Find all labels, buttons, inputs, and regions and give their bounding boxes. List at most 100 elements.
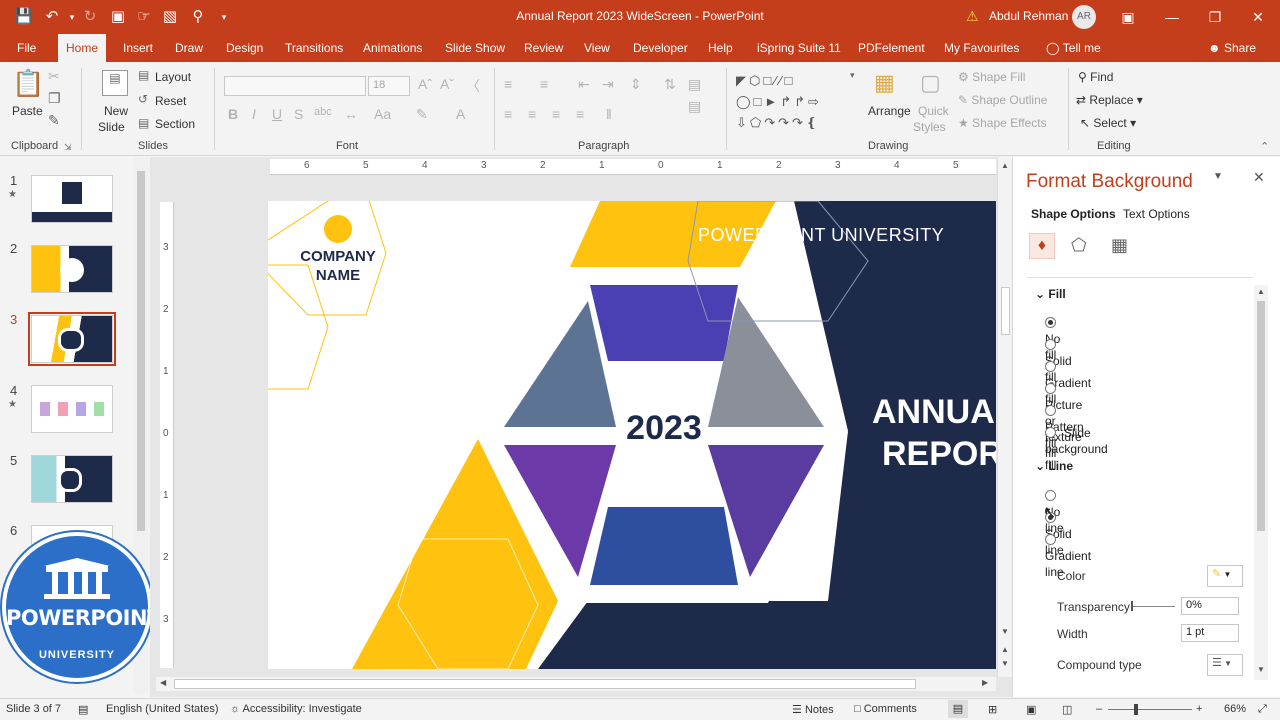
undo-dropdown-icon[interactable]: ▾ <box>62 7 82 27</box>
radio-button[interactable] <box>1045 361 1056 372</box>
italic-icon[interactable]: I <box>252 106 256 122</box>
line-spacing-icon[interactable]: ⇕ <box>630 76 642 93</box>
company-name-1[interactable]: COMPANY <box>288 248 388 265</box>
shape-fill-button[interactable]: ⚙ Shape Fill <box>958 70 1025 84</box>
pane-close-icon[interactable]: ✕ <box>1253 169 1265 186</box>
quick-styles-label-2[interactable]: Styles <box>913 120 946 134</box>
save-icon[interactable]: 💾 <box>14 7 34 27</box>
arrange-button[interactable]: Arrange <box>868 104 911 118</box>
compound-type-dropdown[interactable]: ☰ ▼ <box>1207 654 1243 676</box>
scroll-left-icon[interactable]: ◀ <box>160 678 166 687</box>
fill-section-toggle[interactable]: ⌄ Fill <box>1035 287 1066 301</box>
scroll-thumb[interactable] <box>137 171 145 531</box>
tab-view[interactable]: View <box>576 34 618 62</box>
increase-font-icon[interactable]: Aˆ <box>418 76 432 92</box>
bullets-icon[interactable]: ≡ <box>504 76 512 92</box>
select-button[interactable]: ↖ Select ▾ <box>1080 116 1136 130</box>
effects-icon[interactable]: ⬠ <box>1071 235 1087 256</box>
zoom-slider[interactable] <box>1108 709 1192 710</box>
slide-show-icon[interactable]: ◫ <box>1062 703 1072 716</box>
fill-option-pattern-fill[interactable]: Pattern fill <box>1045 403 1084 450</box>
tab-file[interactable]: File <box>9 34 44 62</box>
warning-icon[interactable]: ⚠ <box>966 8 979 25</box>
title-line-1[interactable]: ANNUAL <box>872 393 996 432</box>
zoom-out-icon[interactable]: – <box>1096 703 1102 715</box>
scroll-down-icon[interactable]: ▼ <box>1001 627 1009 636</box>
section-button[interactable]: Section <box>155 117 195 131</box>
copy-icon[interactable]: ❐ <box>48 90 61 107</box>
radio-button[interactable] <box>1045 383 1056 394</box>
tell-me-search[interactable]: ◯ Tell me <box>1038 34 1109 62</box>
new-slide-label-2[interactable]: Slide <box>98 120 125 134</box>
transparency-input[interactable]: 0% <box>1181 597 1239 615</box>
horizontal-ruler[interactable]: 6543210123456 <box>270 159 1018 175</box>
user-name[interactable]: Abdul Rehman <box>989 9 1068 23</box>
slide-sorter-icon[interactable]: ⊞ <box>988 703 997 716</box>
scroll-down-icon[interactable]: ▼ <box>1257 665 1265 674</box>
shapes-gallery[interactable]: ◤⬡□∕∕□ ◯□►↱↱⇨ ⇩⬠↷↷↷❴ <box>736 70 854 132</box>
tab-text-options[interactable]: Text Options <box>1123 207 1190 221</box>
tab-help[interactable]: Help <box>700 34 741 62</box>
tab-shape-options[interactable]: Shape Options <box>1031 207 1116 221</box>
scroll-thumb[interactable] <box>1001 287 1010 335</box>
new-slide-icon[interactable]: ▤ <box>102 70 128 96</box>
scroll-thumb[interactable] <box>1257 301 1265 531</box>
tab-review[interactable]: Review <box>516 34 571 62</box>
tab-insert[interactable]: Insert <box>115 34 161 62</box>
change-case-icon[interactable]: Aa <box>374 106 391 122</box>
align-center-icon[interactable]: ≡ <box>528 106 536 122</box>
tab-design[interactable]: Design <box>218 34 271 62</box>
shape-effects-button[interactable]: ★ Shape Effects <box>958 116 1047 130</box>
font-color-icon[interactable]: A <box>456 106 465 122</box>
format-painter-icon[interactable]: ✎ <box>48 112 60 129</box>
radio-button[interactable] <box>1045 427 1056 438</box>
print-preview-icon[interactable]: ⚲ <box>188 7 208 27</box>
strikethrough-icon[interactable]: abc <box>314 106 332 118</box>
line-option-gradient-line[interactable]: Gradient line <box>1045 532 1091 579</box>
quick-styles-icon[interactable]: ▢ <box>920 70 941 96</box>
spelling-icon[interactable]: ▤ <box>78 703 88 716</box>
slide-thumbnail-4[interactable] <box>31 385 113 433</box>
slide-canvas[interactable]: COMPANY NAME POWERPOINT UNIVERSITY 2023 … <box>268 201 996 669</box>
notes-button[interactable]: ☰ Notes <box>792 703 834 716</box>
radio-button[interactable] <box>1045 490 1056 501</box>
decrease-indent-icon[interactable]: ⇤ <box>578 76 590 93</box>
fill-option-no-fill[interactable]: No fill <box>1045 315 1064 362</box>
tab-home[interactable]: Home <box>58 34 107 62</box>
align-right-icon[interactable]: ≡ <box>552 106 560 122</box>
align-left-icon[interactable]: ≡ <box>504 106 512 122</box>
line-option-no-line[interactable]: No line <box>1045 488 1064 535</box>
zoom-slider-handle[interactable] <box>1134 704 1138 715</box>
company-name-2[interactable]: NAME <box>288 267 388 284</box>
vertical-ruler[interactable]: 3 2 1 0 1 2 3 <box>160 202 174 668</box>
cut-icon[interactable]: ✂ <box>48 68 60 85</box>
fill-option-gradient-fill[interactable]: Gradient fill <box>1045 359 1091 406</box>
language-indicator[interactable]: English (United States) <box>106 703 219 715</box>
collapse-ribbon-icon[interactable]: ⌃ <box>1260 140 1269 153</box>
brand-text[interactable]: POWERPOINT UNIVERSITY <box>698 225 944 246</box>
tab-draw[interactable]: Draw <box>167 34 211 62</box>
normal-view-icon[interactable]: ▤ <box>948 700 968 718</box>
color-picker-button[interactable]: ✎ ▼ <box>1207 565 1243 587</box>
font-size-input[interactable]: 18 <box>368 76 410 96</box>
scroll-up-icon[interactable]: ▲ <box>1001 161 1009 170</box>
slide-thumbnail-2[interactable] <box>31 245 113 293</box>
paste-icon[interactable]: 📋 <box>12 68 44 100</box>
accessibility-button[interactable]: ☼ Accessibility: Investigate <box>230 703 362 715</box>
title-line-2[interactable]: REPORT <box>882 435 996 474</box>
shapes-more-icon[interactable]: ▾ <box>850 70 855 81</box>
slide-thumbnail-3[interactable] <box>28 312 116 366</box>
reset-button[interactable]: Reset <box>155 94 186 108</box>
quick-styles-label-1[interactable]: Quick <box>918 104 949 118</box>
transparency-slider[interactable] <box>1131 606 1175 607</box>
tab-ispring[interactable]: iSpring Suite 11 <box>749 34 849 62</box>
align-text-icon[interactable]: ▤ <box>688 76 701 93</box>
decrease-font-icon[interactable]: Aˇ <box>440 76 454 92</box>
minimize-icon[interactable]: — <box>1162 7 1182 27</box>
editor-vertical-scrollbar[interactable]: ▲ ▼ ▲ ▼ <box>997 157 1012 677</box>
fill-line-icon[interactable]: ♦ <box>1029 233 1055 259</box>
paste-button[interactable]: Paste <box>12 104 43 118</box>
start-from-beginning-icon[interactable]: ▣ <box>108 7 128 27</box>
char-spacing-icon[interactable]: ↔ <box>344 106 358 122</box>
bold-icon[interactable]: B <box>228 106 238 122</box>
